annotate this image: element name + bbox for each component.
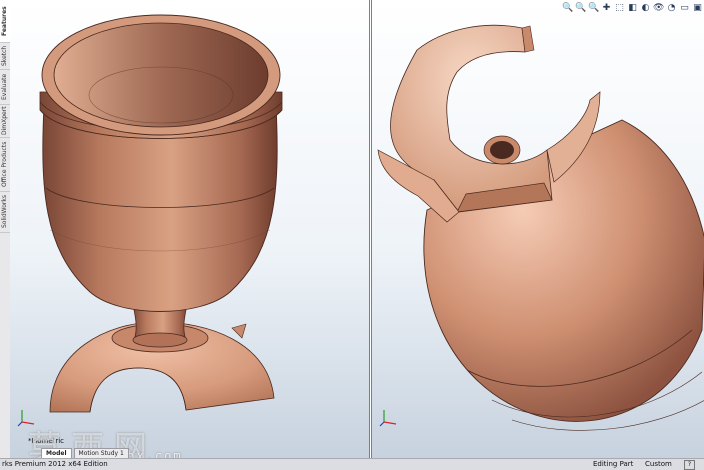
tab-sketch[interactable]: Sketch xyxy=(0,42,10,70)
tab-motion-study[interactable]: Motion Study 1 xyxy=(73,448,129,458)
apply-scene-icon[interactable]: ◔ xyxy=(666,3,677,14)
tab-solidworks[interactable]: SolidWorks xyxy=(0,191,10,233)
coordinate-triad-icon xyxy=(379,410,397,427)
tab-office-products[interactable]: Office Products xyxy=(0,137,10,192)
product-edition-text: rks Premium 2012 x64 Edition xyxy=(2,460,108,468)
right-graphics-viewport[interactable]: 🔍 🔍 🔍 ✚ ⬚ ◧ ◐ 👁 ◔ ▭ ▣ xyxy=(371,0,704,458)
hide-show-items-icon[interactable]: ◐ xyxy=(640,3,651,14)
status-bar: rks Premium 2012 x64 Edition Editing Par… xyxy=(0,458,704,470)
maximize-view-icon[interactable]: ▣ xyxy=(692,3,703,14)
goblet-model-section-view[interactable] xyxy=(372,0,704,458)
editing-status: Editing Part xyxy=(593,460,634,468)
view-settings-icon[interactable]: 👁 xyxy=(653,3,664,14)
left-graphics-viewport[interactable]: *Isometric xyxy=(10,0,370,458)
section-view-icon[interactable]: ✚ xyxy=(601,3,612,14)
units-selector[interactable]: Custom xyxy=(645,460,672,468)
display-style-icon[interactable]: ◧ xyxy=(627,3,638,14)
goblet-model-isometric[interactable] xyxy=(10,0,369,458)
minimize-view-icon[interactable]: ▭ xyxy=(679,3,690,14)
view-orientation-icon[interactable]: ⬚ xyxy=(614,3,625,14)
tab-evaluate[interactable]: Evaluate xyxy=(0,69,10,105)
previous-view-icon[interactable]: 🔍 xyxy=(588,3,599,14)
model-tabs: Model Motion Study 1 xyxy=(41,448,129,458)
heads-up-view-toolbar: 🔍 🔍 🔍 ✚ ⬚ ◧ ◐ 👁 ◔ ▭ ▣ xyxy=(562,3,703,14)
tab-dimxpert[interactable]: DimXpert xyxy=(0,104,10,138)
zoom-to-area-icon[interactable]: 🔍 xyxy=(575,3,586,14)
tab-model[interactable]: Model xyxy=(41,448,72,458)
tab-features[interactable]: Features xyxy=(0,0,10,43)
zoom-to-fit-icon[interactable]: 🔍 xyxy=(562,3,573,14)
